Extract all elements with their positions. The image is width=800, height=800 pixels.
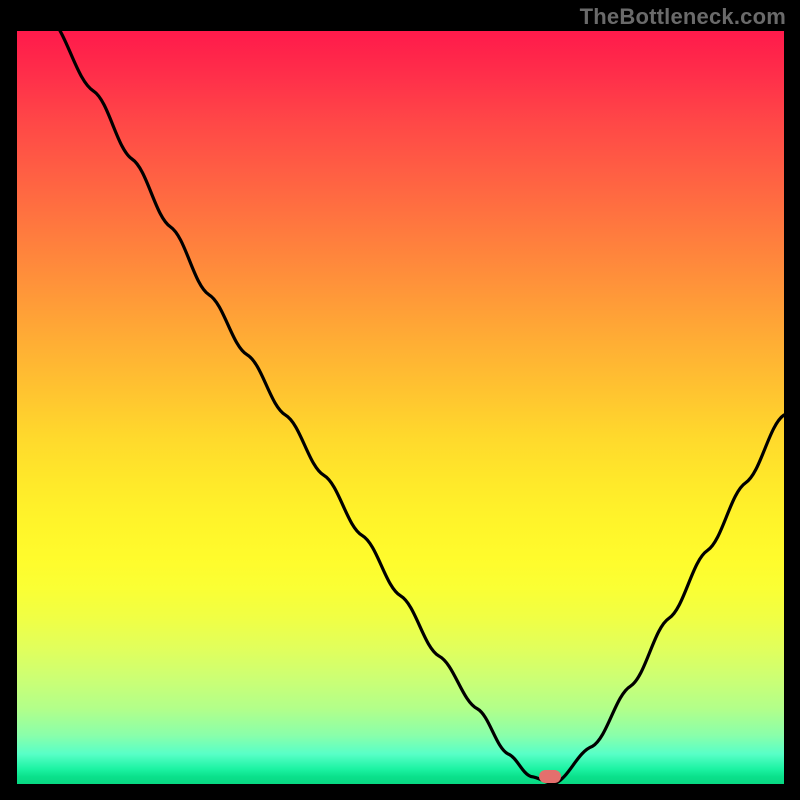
- watermark-text: TheBottleneck.com: [580, 4, 786, 30]
- bottleneck-curve-path: [48, 31, 784, 784]
- chart-container: TheBottleneck.com: [0, 0, 800, 800]
- curve-svg: [17, 31, 784, 784]
- plot-area: [17, 31, 784, 784]
- optimal-marker: [539, 770, 561, 783]
